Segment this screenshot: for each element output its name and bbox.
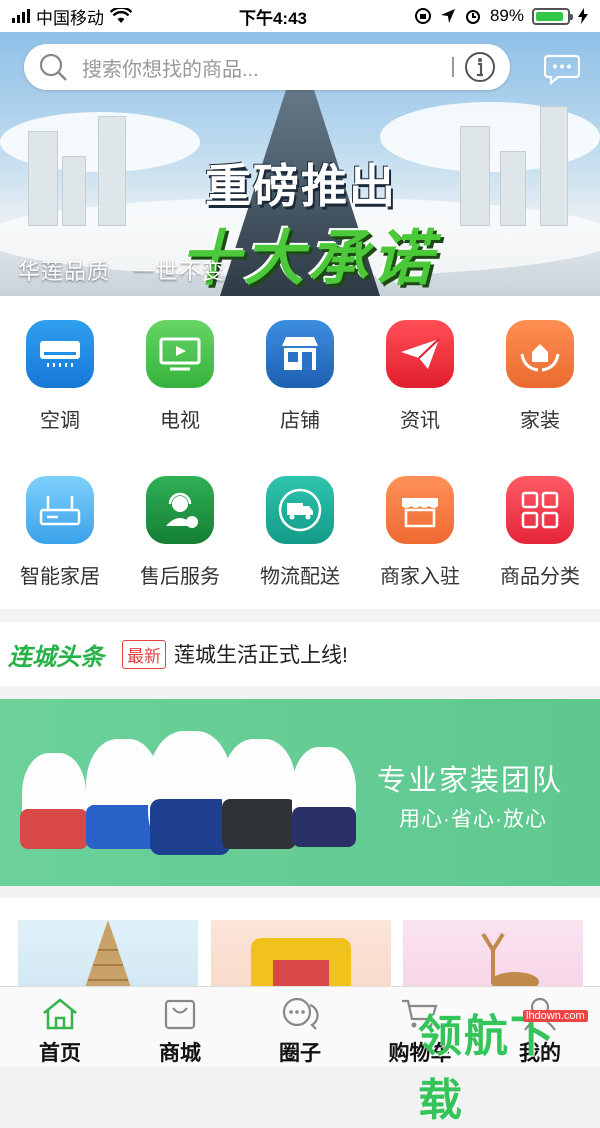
alarm-icon	[465, 10, 480, 24]
watermark-logo: 领航下载 lhdown.com	[418, 1000, 600, 1128]
shopping-bag-icon	[164, 999, 196, 1030]
battery-percent: 89%	[489, 6, 524, 25]
category-label: 家装	[520, 410, 560, 432]
banner-slogan: 华莲品质 一世不变	[18, 259, 226, 284]
clock: 下午4:43	[238, 8, 307, 28]
category-item-product-categories[interactable]: 商品分类	[480, 476, 600, 589]
category-label: 商品分类	[500, 566, 580, 588]
search-divider	[452, 57, 454, 77]
chat-bubbles-icon	[282, 997, 319, 1030]
tv-icon	[146, 320, 214, 388]
category-label: 售后服务	[140, 566, 220, 588]
search-icon	[39, 53, 67, 81]
category-grid: 空调 电视 店铺 资讯 家装 智能家居 售后服务 物流配送 商家入驻 商品分类	[0, 296, 600, 609]
carrier-label: 中国移动	[36, 8, 104, 28]
charging-icon	[578, 8, 588, 24]
news-new-badge: 最新	[122, 639, 166, 669]
promo-title: 专业家装团队	[377, 765, 564, 797]
store-icon	[266, 320, 334, 388]
category-label: 商家入驻	[380, 566, 460, 588]
tab-label: 首页	[39, 1042, 81, 1065]
category-grid-icon	[506, 476, 574, 544]
tab-label: 圈子	[279, 1042, 321, 1065]
tab-home[interactable]: 首页	[0, 987, 120, 1067]
category-label: 电视	[160, 410, 200, 432]
house-hands-icon	[506, 320, 574, 388]
tab-mall[interactable]: 商城	[120, 987, 240, 1067]
category-label: 资讯	[400, 410, 440, 432]
banner-headline: 重磅推出	[205, 160, 397, 212]
category-item-air-conditioner[interactable]: 空调	[0, 320, 120, 433]
category-item-after-sales[interactable]: 售后服务	[120, 476, 240, 589]
news-ticker[interactable]: 连城头条 最新 莲城生活正式上线!	[0, 622, 600, 686]
status-bar: 中国移动 下午4:43 89%	[0, 0, 600, 32]
category-item-smart-home[interactable]: 智能家居	[0, 476, 120, 589]
router-icon	[26, 476, 94, 544]
news-brand-logo: 连城头条	[8, 643, 104, 671]
info-icon[interactable]	[464, 51, 496, 83]
category-item-home-decor[interactable]: 家装	[480, 320, 600, 433]
support-agent-icon	[146, 476, 214, 544]
wifi-icon	[110, 8, 132, 23]
category-label: 店铺	[280, 410, 320, 432]
category-label: 空调	[40, 410, 80, 432]
tab-circle[interactable]: 圈子	[240, 987, 360, 1067]
category-item-news[interactable]: 资讯	[360, 320, 480, 433]
promo-subtitle: 用心·省心·放心	[399, 808, 547, 831]
signal-icon	[12, 9, 30, 23]
category-item-merchant-join[interactable]: 商家入驻	[360, 476, 480, 589]
home-icon	[43, 998, 77, 1030]
search-input[interactable]: 搜索你想找的商品...	[82, 53, 452, 82]
paper-plane-icon	[386, 320, 454, 388]
category-label: 物流配送	[260, 566, 340, 588]
message-icon[interactable]	[544, 50, 580, 86]
category-item-logistics[interactable]: 物流配送	[240, 476, 360, 589]
news-headline[interactable]: 莲城生活正式上线!	[174, 639, 348, 669]
promo-banner[interactable]: 专业家装团队 用心·省心·放心	[0, 699, 600, 886]
shop-awning-icon	[386, 476, 454, 544]
category-item-tv[interactable]: 电视	[120, 320, 240, 433]
category-item-store[interactable]: 店铺	[240, 320, 360, 433]
watermark-site: lhdown.com	[523, 1010, 588, 1022]
air-conditioner-icon	[26, 320, 94, 388]
search-bar[interactable]: 搜索你想找的商品...	[24, 44, 510, 90]
category-label: 智能家居	[20, 566, 100, 588]
battery-icon	[532, 7, 573, 25]
delivery-truck-icon	[266, 476, 334, 544]
location-icon	[440, 9, 455, 23]
watermark-text: 领航下载	[418, 1012, 556, 1125]
rotation-lock-icon	[414, 8, 431, 24]
tab-label: 商城	[159, 1042, 201, 1065]
